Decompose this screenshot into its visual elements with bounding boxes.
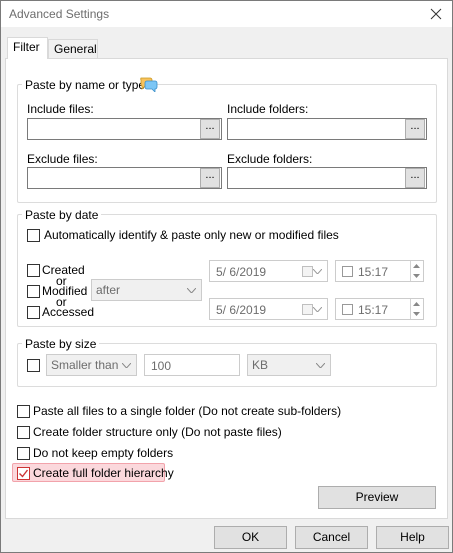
date-picker-2[interactable]: 5/ 6/2019	[209, 298, 328, 320]
date-value-1: 5/ 6/2019	[216, 265, 267, 279]
include-folders-browse-button[interactable]: ...	[405, 119, 425, 139]
chevron-down-icon	[122, 363, 131, 368]
checkmark-icon	[19, 469, 29, 478]
exclude-folders-input[interactable]	[227, 167, 427, 189]
no-empty-folders-checkbox[interactable]	[17, 447, 30, 460]
exclude-files-label: Exclude files:	[27, 152, 98, 166]
chevron-down-icon	[187, 288, 196, 293]
modified-checkbox[interactable]	[27, 285, 40, 298]
help-label: Help	[400, 530, 425, 544]
structure-only-label: Create folder structure only (Do not pas…	[33, 425, 282, 439]
date-value-2: 5/ 6/2019	[216, 303, 267, 317]
browse-label: ...	[205, 120, 215, 132]
browse-label: ...	[410, 169, 420, 181]
close-button[interactable]	[424, 2, 448, 26]
single-folder-label: Paste all files to a single folder (Do n…	[33, 404, 342, 418]
accessed-checkbox[interactable]	[27, 306, 40, 319]
speech-bubbles-icon	[140, 76, 158, 93]
include-files-browse-button[interactable]: ...	[200, 119, 220, 139]
exclude-folders-browse-button[interactable]: ...	[405, 168, 425, 188]
tab-general-label: General	[54, 42, 97, 56]
include-files-input[interactable]	[27, 118, 222, 140]
tab-filter[interactable]: Filter	[7, 37, 48, 59]
size-comparison-dropdown[interactable]: Smaller than	[46, 354, 137, 376]
cancel-label: Cancel	[312, 530, 351, 544]
size-value: 100	[151, 359, 172, 373]
browse-label: ...	[205, 169, 215, 181]
exclude-folders-label: Exclude folders:	[227, 152, 313, 166]
accessed-label: Accessed	[42, 305, 95, 319]
spin-up-icon	[413, 264, 420, 268]
time-spinner-1[interactable]	[410, 261, 422, 281]
time-picker-1[interactable]: 15:17	[335, 260, 424, 282]
advanced-settings-dialog: Advanced Settings Filter General Paste b…	[0, 0, 453, 553]
chevron-down-icon	[313, 307, 322, 312]
exclude-files-input[interactable]	[27, 167, 222, 189]
include-files-label: Include files:	[27, 102, 94, 116]
time-value-1: 15:17	[358, 265, 389, 279]
auto-identify-label: Automatically identify & paste only new …	[44, 228, 339, 242]
close-icon	[430, 8, 442, 20]
paste-by-size-title: Paste by size	[22, 337, 100, 351]
time-value-2: 15:17	[358, 303, 389, 317]
tab-filter-label: Filter	[13, 40, 40, 54]
exclude-files-browse-button[interactable]: ...	[200, 168, 220, 188]
auto-identify-checkbox[interactable]	[27, 229, 40, 242]
date-direction-value: after	[96, 283, 121, 297]
date-picker-1[interactable]: 5/ 6/2019	[209, 260, 328, 282]
preview-label: Preview	[355, 490, 399, 504]
size-unit-value: KB	[252, 358, 269, 372]
preview-button[interactable]: Preview	[318, 486, 436, 509]
calendar-icon	[302, 266, 313, 277]
help-button[interactable]: Help	[376, 526, 449, 549]
chevron-down-icon	[316, 363, 325, 368]
full-hierarchy-checkbox[interactable]	[17, 467, 30, 480]
ok-label: OK	[241, 530, 260, 544]
calendar-icon	[302, 304, 313, 315]
tab-general[interactable]: General	[48, 39, 98, 59]
time-picker-2[interactable]: 15:17	[335, 298, 424, 320]
spin-up-icon	[413, 302, 420, 306]
paste-by-date-title: Paste by date	[22, 208, 102, 222]
time-checkbox-icon	[342, 304, 353, 315]
time-checkbox-icon	[342, 266, 353, 277]
include-folders-label: Include folders:	[227, 102, 309, 116]
size-comparison-value: Smaller than	[51, 358, 119, 372]
paste-by-name-title: Paste by name or type	[22, 78, 149, 92]
window-title: Advanced Settings	[9, 7, 110, 21]
size-filter-checkbox[interactable]	[27, 359, 40, 372]
spin-down-icon	[413, 312, 420, 316]
ok-button[interactable]: OK	[214, 526, 287, 549]
browse-label: ...	[410, 120, 420, 132]
cancel-button[interactable]: Cancel	[295, 526, 368, 549]
spin-down-icon	[413, 274, 420, 278]
title-bar: Advanced Settings	[1, 1, 452, 27]
created-checkbox[interactable]	[27, 264, 40, 277]
time-spinner-2[interactable]	[410, 299, 422, 319]
date-direction-dropdown[interactable]: after	[91, 279, 202, 301]
include-folders-input[interactable]	[227, 118, 427, 140]
size-value-input[interactable]: 100	[144, 354, 240, 376]
chevron-down-icon	[313, 269, 322, 274]
single-folder-checkbox[interactable]	[17, 405, 30, 418]
no-empty-folders-label: Do not keep empty folders	[33, 446, 174, 460]
full-hierarchy-label: Create full folder hierarchy	[33, 466, 174, 480]
size-unit-dropdown[interactable]: KB	[247, 354, 331, 376]
structure-only-checkbox[interactable]	[17, 426, 30, 439]
